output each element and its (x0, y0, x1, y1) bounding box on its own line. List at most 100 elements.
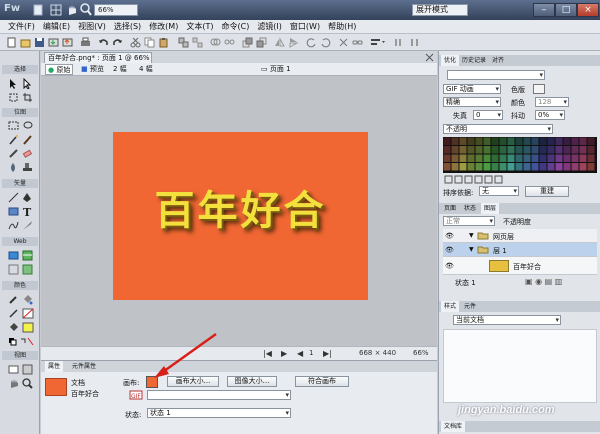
crop-icon[interactable] (22, 92, 33, 103)
palette-swatch[interactable] (547, 137, 555, 146)
menu-edit[interactable]: 编辑(E) (41, 20, 72, 33)
prev-frame-icon[interactable]: ◀ (297, 349, 303, 358)
fit-canvas-button[interactable]: 符合画布 (295, 376, 349, 387)
palette-swatch[interactable] (539, 163, 547, 171)
flip-icon[interactable] (338, 37, 349, 48)
palette-swatch[interactable] (531, 154, 539, 163)
palette-swatch[interactable] (491, 154, 499, 163)
layer-row-object[interactable]: 👁 百年好合 (443, 257, 597, 275)
palette-swatch[interactable] (467, 146, 475, 154)
palette-select[interactable]: 精确 (443, 97, 501, 107)
palette-swatch[interactable] (459, 154, 467, 163)
export-format-select[interactable] (147, 390, 291, 400)
flip-vertical-icon[interactable] (288, 37, 299, 48)
palette-swatch[interactable] (491, 146, 499, 154)
loss-select[interactable]: 0 (473, 110, 503, 120)
knife-icon[interactable] (22, 220, 33, 231)
palette-swatch[interactable] (531, 137, 539, 146)
rebuild-button[interactable]: 重建 (525, 186, 569, 197)
stroke-color-swatch[interactable] (22, 308, 34, 319)
layer-row-web[interactable]: 👁 ▼ 网页层 (443, 229, 597, 243)
palette-swatch[interactable] (539, 154, 547, 163)
palette-swatch[interactable] (555, 163, 563, 171)
maximize-button[interactable]: □ (555, 3, 577, 17)
blur-icon[interactable] (8, 162, 19, 173)
blend-mode-select[interactable]: 正常 (443, 216, 495, 226)
palette-swatch[interactable] (531, 163, 539, 171)
states-tab[interactable]: 状态 (461, 203, 479, 214)
artboard-text[interactable]: 百年好合 (113, 178, 368, 238)
expand-icon[interactable]: ▼ (469, 232, 474, 239)
document-library-tab[interactable]: 文档库 (441, 421, 466, 432)
palette-swatch[interactable] (579, 146, 587, 154)
palette-swatch[interactable] (579, 163, 587, 171)
play-icon[interactable]: ▶ (281, 349, 287, 358)
palette-swatch[interactable] (451, 137, 459, 146)
state-select[interactable]: 状态 1 (147, 408, 291, 418)
styles-source-select[interactable]: 当前文档 (453, 315, 561, 325)
matte-swatch[interactable] (533, 84, 545, 94)
palette-swatch[interactable] (523, 154, 531, 163)
color-controls-icon[interactable] (8, 336, 34, 347)
palette-swatch[interactable] (587, 163, 595, 171)
fill-color-icon[interactable] (8, 322, 19, 333)
pointer-icon[interactable] (8, 78, 19, 89)
rotate-right-icon[interactable] (320, 37, 331, 48)
copy-icon[interactable] (144, 37, 155, 48)
palette-swatch[interactable] (547, 146, 555, 154)
expand-icon[interactable]: ▼ (469, 246, 474, 253)
new-icon[interactable] (6, 37, 17, 48)
palette-swatch[interactable] (579, 154, 587, 163)
first-frame-icon[interactable]: |◀ (263, 349, 272, 358)
menu-modify[interactable]: 修改(M) (147, 20, 180, 33)
layers-tab[interactable]: 图层 (481, 203, 500, 214)
export-icon[interactable] (62, 37, 73, 48)
history-tab[interactable]: 历史记录 (459, 55, 489, 66)
palette-swatch[interactable] (555, 146, 563, 154)
palette-swatch[interactable] (451, 154, 459, 163)
stroke-color-icon[interactable] (8, 308, 19, 319)
palette-swatch[interactable] (555, 137, 563, 146)
transparency-select[interactable]: 不透明 (443, 124, 553, 134)
grid-icon[interactable] (50, 4, 62, 16)
palette-swatch[interactable] (523, 146, 531, 154)
palette-swatch[interactable] (475, 137, 483, 146)
view-2up-tab[interactable]: 2 幅 (111, 64, 129, 75)
palette-swatch[interactable] (443, 163, 451, 171)
palette-swatch[interactable] (491, 163, 499, 171)
palette-swatch[interactable] (515, 137, 523, 146)
colors-select[interactable]: 128 (535, 97, 569, 107)
image-size-button[interactable]: 图像大小... (227, 376, 277, 387)
palette-swatch[interactable] (467, 137, 475, 146)
flip-horizontal-icon[interactable] (274, 37, 285, 48)
palette-swatch[interactable] (443, 137, 451, 146)
view-preview-tab[interactable]: ■ 预览 (79, 64, 106, 75)
palette-swatch[interactable] (475, 163, 483, 171)
palette-swatch[interactable] (555, 154, 563, 163)
eraser-icon[interactable] (22, 148, 33, 159)
palette-swatch[interactable] (587, 146, 595, 154)
undo-icon[interactable] (98, 37, 109, 48)
palette-swatch[interactable] (499, 154, 507, 163)
palette-swatch[interactable] (571, 137, 579, 146)
menu-commands[interactable]: 命令(C) (219, 20, 251, 33)
palette-swatch[interactable] (443, 154, 451, 163)
import-icon[interactable] (48, 37, 59, 48)
palette-swatch[interactable] (499, 137, 507, 146)
palette-swatch[interactable] (563, 137, 571, 146)
paste-icon[interactable] (158, 37, 169, 48)
palette-swatch[interactable] (547, 163, 555, 171)
palette-swatch[interactable] (507, 137, 515, 146)
align-tab[interactable]: 对齐 (489, 55, 507, 66)
subselect-icon[interactable] (22, 78, 33, 89)
scale-icon[interactable] (8, 92, 19, 103)
menu-text[interactable]: 文本(T) (184, 20, 215, 33)
brush-icon[interactable] (22, 134, 33, 145)
palette-swatch[interactable] (531, 146, 539, 154)
palette-swatch[interactable] (515, 154, 523, 163)
magic-wand-icon[interactable] (8, 134, 19, 145)
palette-swatch[interactable] (523, 137, 531, 146)
hand-icon[interactable] (66, 3, 78, 16)
pages-tab[interactable]: 页面 (441, 203, 459, 214)
next-frame-icon[interactable]: ▶| (323, 349, 332, 358)
